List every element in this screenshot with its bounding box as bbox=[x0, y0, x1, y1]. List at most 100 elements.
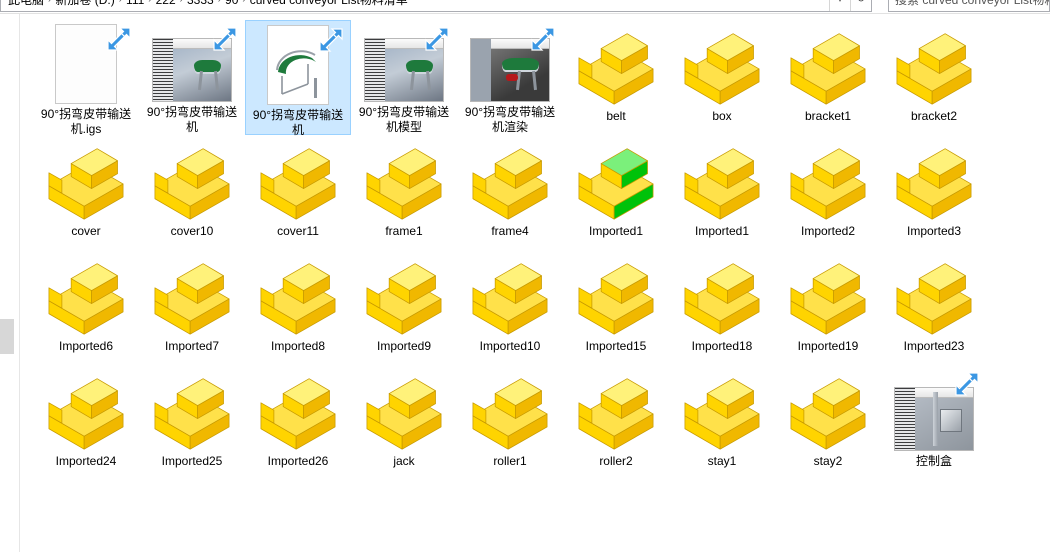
chevron-down-icon[interactable]: ▾ bbox=[829, 0, 850, 11]
file-item[interactable]: Imported15 bbox=[563, 250, 669, 365]
solidworks-part-icon bbox=[250, 254, 346, 336]
file-item-label: Imported24 bbox=[55, 454, 117, 468]
file-item[interactable]: Imported1 bbox=[563, 135, 669, 250]
file-item[interactable]: cover11 bbox=[245, 135, 351, 250]
file-item-label: Imported3 bbox=[906, 224, 962, 238]
search-input[interactable]: 搜索 curved conveyor List物料清单 bbox=[888, 0, 1050, 12]
drawing-thumbnail bbox=[250, 25, 346, 105]
file-item[interactable]: Imported8 bbox=[245, 250, 351, 365]
shortcut-overlay-icon bbox=[954, 371, 980, 397]
file-item[interactable]: Imported9 bbox=[351, 250, 457, 365]
file-item-label: 90°拐弯皮带输送机渲染 bbox=[464, 105, 556, 134]
icon-grid: 90°拐弯皮带输送机.igs 90°拐弯皮带输送机 90°拐弯皮带输送机 90°拐弯皮… bbox=[21, 14, 1050, 480]
file-item[interactable]: Imported2 bbox=[775, 135, 881, 250]
solidworks-part-icon bbox=[568, 254, 664, 336]
file-item[interactable]: 90°拐弯皮带输送机 bbox=[245, 20, 351, 137]
file-item[interactable]: belt bbox=[563, 20, 669, 135]
file-item[interactable]: roller2 bbox=[563, 365, 669, 480]
file-item[interactable]: Imported1 bbox=[669, 135, 775, 250]
solidworks-part-icon bbox=[886, 24, 982, 106]
file-item-label: bracket2 bbox=[910, 109, 958, 123]
solidworks-part-icon bbox=[356, 369, 452, 451]
breadcrumb-item-0[interactable]: 此电脑 bbox=[5, 0, 47, 11]
search-placeholder: 搜索 curved conveyor List物料清单 bbox=[895, 0, 1049, 7]
render-thumbnail bbox=[462, 24, 558, 102]
solidworks-part-icon bbox=[38, 139, 134, 221]
file-item-label: Imported25 bbox=[161, 454, 223, 468]
file-item[interactable]: box bbox=[669, 20, 775, 135]
file-item[interactable]: 90°拐弯皮带输送机模型 bbox=[351, 20, 457, 135]
file-item[interactable]: 90°拐弯皮带输送机渲染 bbox=[457, 20, 563, 135]
file-item-label: 90°拐弯皮带输送机.igs bbox=[40, 107, 132, 136]
file-item[interactable]: Imported7 bbox=[139, 250, 245, 365]
file-item-label: Imported8 bbox=[270, 339, 326, 353]
file-item[interactable]: Imported10 bbox=[457, 250, 563, 365]
file-item-label: Imported19 bbox=[797, 339, 859, 353]
file-item[interactable]: Imported24 bbox=[33, 365, 139, 480]
shortcut-overlay-icon bbox=[530, 26, 556, 52]
shortcut-overlay-icon bbox=[212, 26, 238, 52]
breadcrumb-item-6[interactable]: curved conveyor List物料清单 bbox=[247, 0, 411, 11]
file-item[interactable]: Imported18 bbox=[669, 250, 775, 365]
file-list-view[interactable]: 90°拐弯皮带输送机.igs 90°拐弯皮带输送机 90°拐弯皮带输送机 90°拐弯皮… bbox=[21, 14, 1050, 552]
file-item[interactable]: roller1 bbox=[457, 365, 563, 480]
file-item[interactable]: cover bbox=[33, 135, 139, 250]
address-bar[interactable]: 此电脑 › 新加卷 (D:) › 111 › 222 › 3333 › 90 ›… bbox=[0, 0, 872, 12]
file-item-label: stay1 bbox=[707, 454, 737, 468]
file-item[interactable]: Imported23 bbox=[881, 250, 987, 365]
solidworks-part-icon bbox=[250, 369, 346, 451]
refresh-icon[interactable]: ↻ bbox=[850, 0, 871, 11]
file-item-label: belt bbox=[606, 109, 626, 123]
shortcut-overlay-icon bbox=[106, 26, 132, 52]
file-item-label: cover10 bbox=[170, 224, 214, 238]
document-thumbnail bbox=[38, 24, 134, 104]
solidworks-part-icon bbox=[462, 369, 558, 451]
solidworks-part-icon bbox=[674, 254, 770, 336]
breadcrumb-item-4[interactable]: 3333 bbox=[184, 0, 217, 11]
file-item-label: Imported2 bbox=[800, 224, 856, 238]
file-item[interactable]: Imported26 bbox=[245, 365, 351, 480]
file-item[interactable]: bracket2 bbox=[881, 20, 987, 135]
file-item-label: Imported15 bbox=[585, 339, 647, 353]
solidworks-part-icon bbox=[144, 369, 240, 451]
file-item-label: roller1 bbox=[493, 454, 527, 468]
picture-thumbnail bbox=[144, 24, 240, 102]
file-item-label: stay2 bbox=[813, 454, 843, 468]
solidworks-part-icon bbox=[568, 369, 664, 451]
navigation-pane[interactable] bbox=[0, 14, 20, 552]
file-item-label: box bbox=[712, 109, 732, 123]
file-item[interactable]: Imported25 bbox=[139, 365, 245, 480]
shortcut-overlay-icon bbox=[318, 27, 344, 53]
file-item-label: 控制盒 bbox=[915, 454, 952, 468]
breadcrumb-item-3[interactable]: 222 bbox=[153, 0, 179, 11]
solidworks-part-icon bbox=[356, 254, 452, 336]
file-item[interactable]: Imported19 bbox=[775, 250, 881, 365]
file-item[interactable]: Imported3 bbox=[881, 135, 987, 250]
solidworks-part-icon bbox=[780, 369, 876, 451]
solidworks-part-icon bbox=[674, 369, 770, 451]
file-item[interactable]: frame4 bbox=[457, 135, 563, 250]
file-item[interactable]: Imported6 bbox=[33, 250, 139, 365]
file-item-label: roller2 bbox=[599, 454, 633, 468]
pane-splitter[interactable] bbox=[0, 319, 14, 354]
file-item[interactable]: cover10 bbox=[139, 135, 245, 250]
file-item[interactable]: stay1 bbox=[669, 365, 775, 480]
explorer-top-chrome: 此电脑 › 新加卷 (D:) › 111 › 222 › 3333 › 90 ›… bbox=[0, 0, 1050, 14]
file-item[interactable]: 90°拐弯皮带输送机 bbox=[139, 20, 245, 135]
breadcrumb-item-5[interactable]: 90 bbox=[222, 0, 241, 11]
file-item[interactable]: bracket1 bbox=[775, 20, 881, 135]
file-item[interactable]: frame1 bbox=[351, 135, 457, 250]
file-item[interactable]: stay2 bbox=[775, 365, 881, 480]
file-item-label: 90°拐弯皮带输送机 bbox=[146, 105, 238, 134]
breadcrumb[interactable]: 此电脑 › 新加卷 (D:) › 111 › 222 › 3333 › 90 ›… bbox=[1, 0, 829, 11]
file-item-label: frame4 bbox=[491, 224, 529, 238]
file-item[interactable]: 控制盒 bbox=[881, 365, 987, 480]
file-item-label: Imported1 bbox=[588, 224, 644, 238]
breadcrumb-item-2[interactable]: 111 bbox=[123, 0, 147, 11]
file-item-label: frame1 bbox=[385, 224, 423, 238]
shortcut-overlay-icon bbox=[424, 26, 450, 52]
file-item[interactable]: 90°拐弯皮带输送机.igs bbox=[33, 20, 139, 136]
file-item[interactable]: jack bbox=[351, 365, 457, 480]
breadcrumb-item-1[interactable]: 新加卷 (D:) bbox=[52, 0, 117, 11]
file-item-label: Imported26 bbox=[267, 454, 329, 468]
